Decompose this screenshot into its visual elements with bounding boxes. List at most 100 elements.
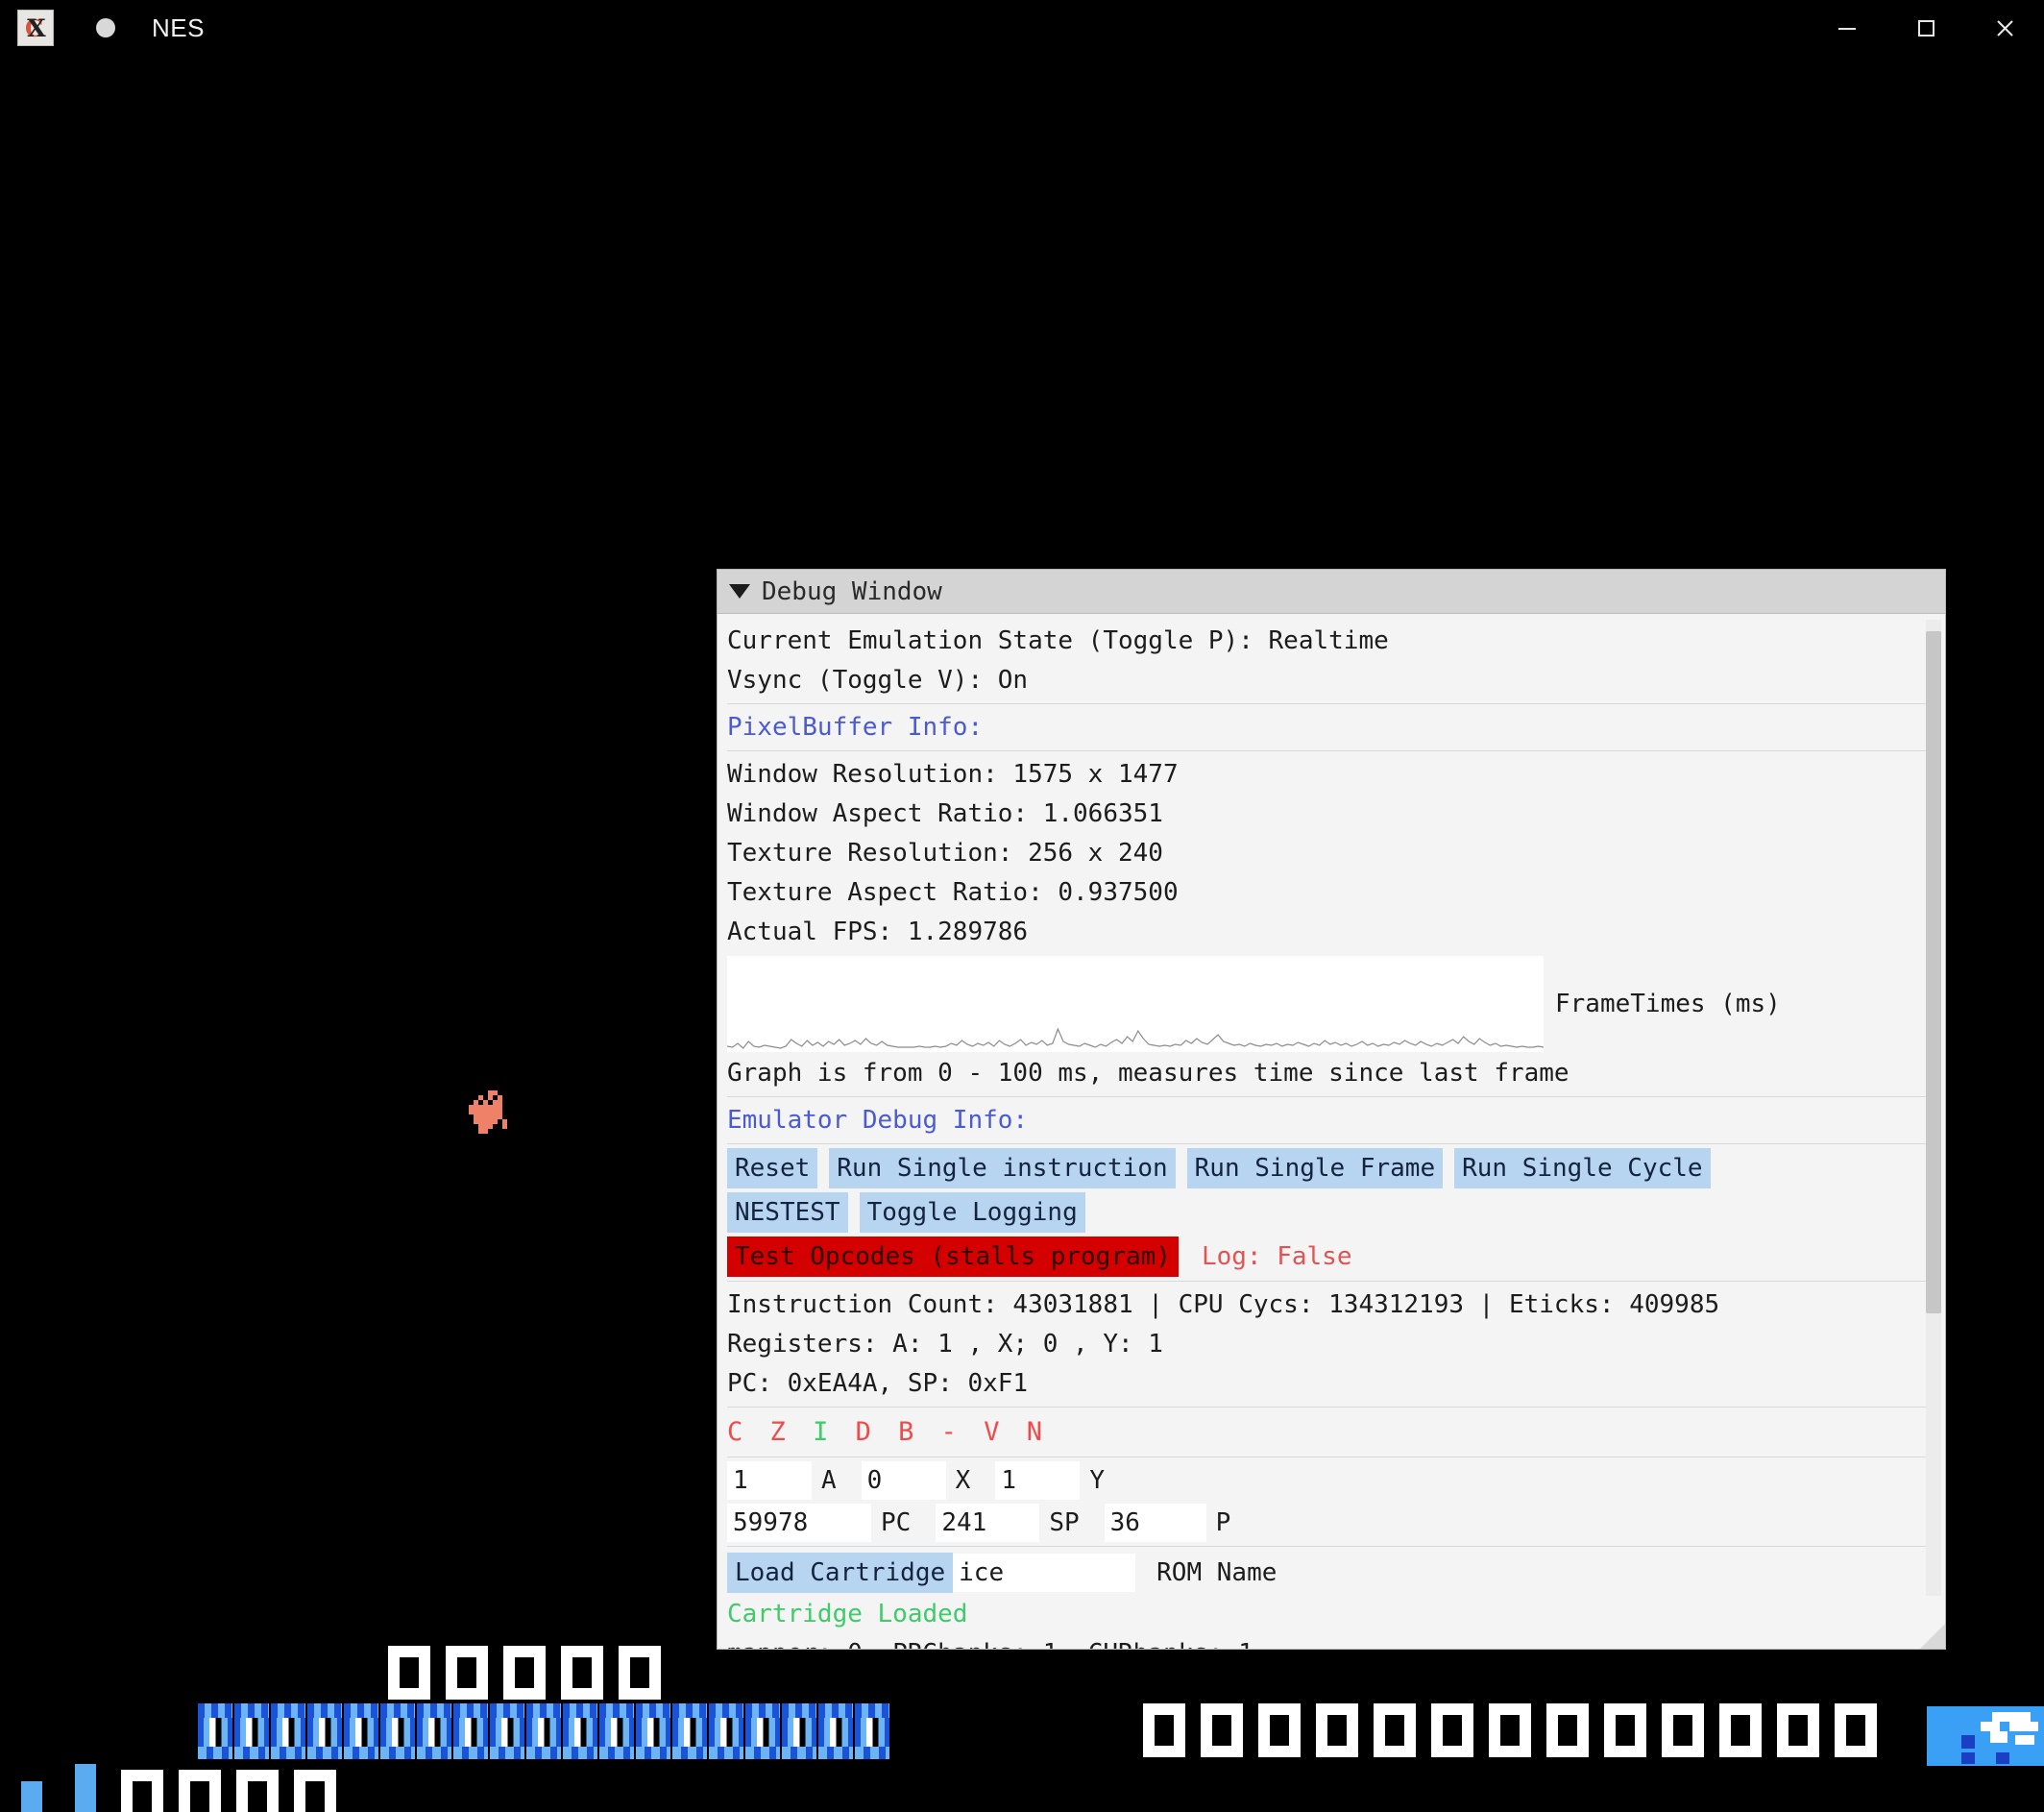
- triangle-down-icon[interactable]: [729, 584, 750, 599]
- nes-tile-bar: [75, 1764, 96, 1812]
- load-cartridge-row: Load Cartridge ROM Name: [727, 1553, 1935, 1593]
- resize-grip-icon[interactable]: [1920, 1624, 1945, 1649]
- divider: [727, 703, 1935, 704]
- nes-tile-zero: [294, 1770, 336, 1812]
- register-a-label: A: [821, 1466, 837, 1495]
- register-row-axy: A X Y: [727, 1461, 1935, 1500]
- status-flags: C Z I D B - V N: [727, 1411, 1935, 1454]
- vertical-scrollbar[interactable]: [1926, 620, 1941, 1596]
- scrollbar-thumb[interactable]: [1926, 631, 1941, 1313]
- nes-tile-zero: [1374, 1703, 1416, 1757]
- nes-tile-row-bottom: [21, 1762, 352, 1812]
- texture-resolution-line: Texture Resolution: 256 x 240: [727, 839, 1163, 868]
- debug-window-title: Debug Window: [762, 576, 942, 606]
- nes-tile-zero: [1835, 1703, 1877, 1757]
- cartridge-status: Cartridge Loaded: [727, 1600, 968, 1628]
- emulator-debug-header: Emulator Debug Info:: [727, 1106, 1029, 1135]
- nes-tile-zero: [1316, 1703, 1358, 1757]
- nes-tile-zero: [236, 1770, 279, 1812]
- rom-name-input[interactable]: [953, 1554, 1136, 1592]
- nes-tile-zero: [619, 1646, 661, 1700]
- minimize-icon[interactable]: [1808, 0, 1886, 56]
- vsync-line: Vsync (Toggle V): On: [727, 666, 1029, 695]
- load-cartridge-button[interactable]: Load Cartridge: [727, 1553, 954, 1593]
- register-x-label: X: [955, 1466, 971, 1495]
- nes-tile-garbled: [672, 1703, 707, 1759]
- register-p-field[interactable]: [1104, 1504, 1206, 1542]
- divider: [727, 1407, 1935, 1408]
- nes-tile-zero: [179, 1770, 221, 1812]
- divider: [727, 1546, 1935, 1547]
- nes-tile-zero: [503, 1646, 546, 1700]
- register-sp-field[interactable]: [936, 1504, 1040, 1542]
- reset-button[interactable]: Reset: [727, 1148, 818, 1188]
- registers-line: Registers: A: 1 , X; 0 , Y: 1: [727, 1330, 1163, 1359]
- maximize-icon[interactable]: [1886, 0, 1965, 56]
- rom-name-label: ROM Name: [1156, 1558, 1278, 1587]
- nes-tile-garbled: [745, 1703, 780, 1759]
- nes-tile-garbled: [344, 1703, 378, 1759]
- nes-tile-zero: [1719, 1703, 1762, 1757]
- divider: [727, 1096, 1935, 1097]
- flag-unused: -: [940, 1417, 962, 1447]
- pixelbuffer-header: PixelBuffer Info:: [727, 713, 984, 742]
- flag-i: I: [813, 1417, 835, 1447]
- nes-tile-row-garbled: [198, 1703, 891, 1759]
- xournal-icon: CX: [17, 10, 54, 46]
- emulation-state-line: Current Emulation State (Toggle P): Real…: [727, 626, 1389, 655]
- frametimes-graph-container: FrameTimes (ms): [727, 956, 1935, 1052]
- instruction-count-line: Instruction Count: 43031881 | CPU Cycs: …: [727, 1290, 1720, 1319]
- register-x-field[interactable]: [861, 1461, 946, 1500]
- log-status: Log: False: [1201, 1242, 1352, 1271]
- nes-tile-zero: [561, 1646, 603, 1700]
- nes-tile-garbled: [526, 1703, 561, 1759]
- nes-tile-row-zeros-top: [388, 1646, 676, 1700]
- register-p-label: P: [1215, 1508, 1231, 1537]
- nes-tile-garbled: [599, 1703, 634, 1759]
- frametimes-graph: [727, 956, 1544, 1052]
- toggle-logging-button[interactable]: Toggle Logging: [859, 1192, 1085, 1233]
- nes-tile-garbled: [380, 1703, 415, 1759]
- register-pc-field[interactable]: [727, 1504, 871, 1542]
- divider: [727, 1281, 1935, 1282]
- nes-tile-garbled: [307, 1703, 342, 1759]
- divider: [727, 1143, 1935, 1144]
- nes-tile-zero: [1662, 1703, 1704, 1757]
- nes-tile-garbled: [818, 1703, 853, 1759]
- flag-d: D: [855, 1417, 877, 1447]
- nes-tile-garbled: [271, 1703, 305, 1759]
- flag-b: B: [898, 1417, 920, 1447]
- nes-tile-garbled: [709, 1703, 743, 1759]
- nes-tile-zero: [1604, 1703, 1646, 1757]
- player-sprite: [469, 1090, 507, 1134]
- nes-tile-bar: [21, 1781, 42, 1812]
- test-opcodes-button[interactable]: Test Opcodes (stalls program): [727, 1237, 1179, 1277]
- flag-v: V: [984, 1417, 1006, 1447]
- debug-window-body: Current Emulation State (Toggle P): Real…: [718, 614, 1945, 1649]
- debug-window-titlebar[interactable]: Debug Window: [718, 570, 1945, 614]
- run-single-instruction-button[interactable]: Run Single instruction: [829, 1148, 1176, 1188]
- nes-tile-garbled: [234, 1703, 269, 1759]
- nes-tile-garbled: [855, 1703, 889, 1759]
- nes-tile-zero: [121, 1770, 163, 1812]
- nes-tile-garbled: [453, 1703, 488, 1759]
- flag-z: Z: [769, 1417, 791, 1447]
- pc-sp-line: PC: 0xEA4A, SP: 0xF1: [727, 1369, 1029, 1398]
- close-icon[interactable]: [1965, 0, 2044, 56]
- debug-buttons-row-3: Test Opcodes (stalls program) Log: False: [727, 1237, 1935, 1277]
- texture-aspect-ratio-line: Texture Aspect Ratio: 0.937500: [727, 878, 1179, 907]
- nes-tile-row-zeros-right: [1143, 1703, 1892, 1757]
- nes-tile-zero: [1546, 1703, 1589, 1757]
- nes-tile-zero: [1201, 1703, 1243, 1757]
- debug-buttons-row-1: Reset Run Single instruction Run Single …: [727, 1148, 1935, 1188]
- register-y-field[interactable]: [995, 1461, 1081, 1500]
- run-single-frame-button[interactable]: Run Single Frame: [1186, 1148, 1444, 1188]
- window-resolution-line: Window Resolution: 1575 x 1477: [727, 760, 1179, 789]
- register-a-field[interactable]: [727, 1461, 812, 1500]
- nes-tile-garbled: [490, 1703, 524, 1759]
- run-single-cycle-button[interactable]: Run Single Cycle: [1454, 1148, 1711, 1188]
- debug-window[interactable]: Debug Window Current Emulation State (To…: [717, 569, 1946, 1650]
- nes-tile-garbled: [563, 1703, 597, 1759]
- nestest-button[interactable]: NESTEST: [727, 1192, 848, 1233]
- nes-tile-zero: [446, 1646, 488, 1700]
